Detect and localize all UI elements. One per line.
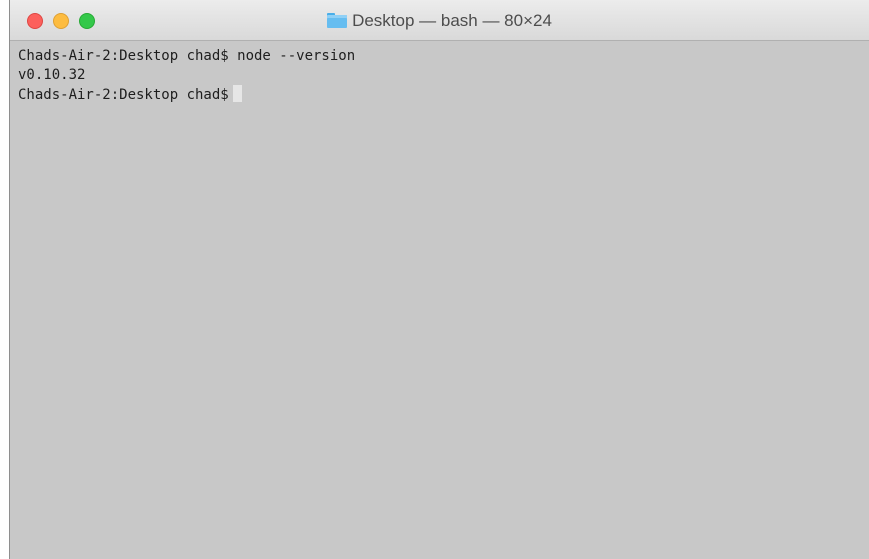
window-title: Desktop — bash — 80×24 <box>10 11 869 31</box>
text-cursor <box>232 85 242 102</box>
terminal-output[interactable]: Chads-Air-2:Desktop chad$ node --version… <box>10 41 869 559</box>
folder-icon <box>327 13 348 28</box>
window-title-text: Desktop — bash — 80×24 <box>352 11 552 30</box>
terminal-line: v0.10.32 <box>18 67 86 83</box>
terminal-prompt: Chads-Air-2:Desktop chad$ <box>18 87 229 103</box>
title-bar[interactable]: Desktop — bash — 80×24 <box>10 0 869 41</box>
terminal-window: Desktop — bash — 80×24 Chads-Air-2:Deskt… <box>9 0 869 559</box>
terminal-line: Chads-Air-2:Desktop chad$ node --version <box>18 48 356 64</box>
terminal-prompt-line: Chads-Air-2:Desktop chad$ <box>18 85 869 104</box>
